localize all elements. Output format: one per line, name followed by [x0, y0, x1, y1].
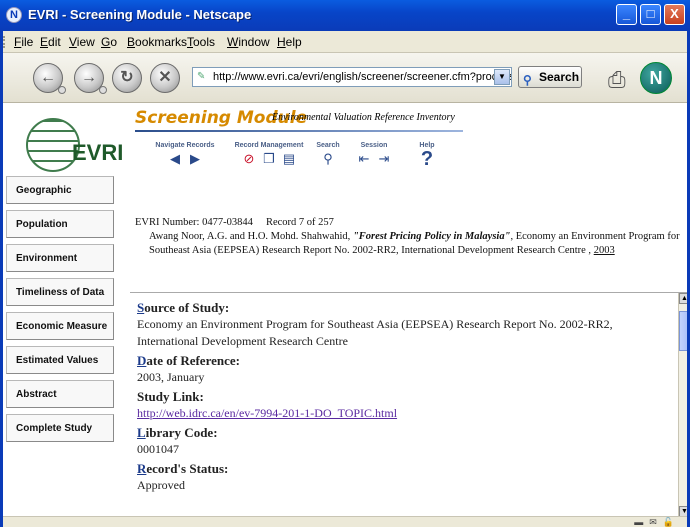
study-link-heading: Study Link: [137, 389, 204, 404]
module-subtitle: Environmental Valuation Reference Invent… [272, 112, 455, 123]
forward-arrow-icon: → [81, 69, 97, 86]
stop-button[interactable]: ✕ [150, 63, 180, 93]
search-tool-label: Search [316, 142, 340, 149]
view-record-icon[interactable]: ▤ [282, 151, 296, 167]
navigate-records-group: Navigate Records ◀ ▶ [150, 142, 220, 176]
status-icons: ▬✉🔓 [634, 517, 680, 528]
sidebar-item-economic-measure[interactable]: Economic Measure [6, 312, 114, 340]
reload-button[interactable]: ↻ [112, 63, 142, 93]
menu-bar: File Edit View Go Bookmarks Tools Window… [0, 31, 690, 53]
back-button[interactable]: ← [33, 63, 66, 94]
citation-authors: Awang Noor, A.G. and H.O. Mohd. Shahwahi… [149, 231, 353, 242]
magnifier-icon[interactable]: ⚲ [321, 151, 335, 167]
citation-year-link[interactable]: 2003 [594, 245, 615, 256]
menu-help[interactable]: Help [277, 35, 302, 49]
source-heading: Source of Study: [137, 300, 230, 315]
search-icon: ⚲ [523, 73, 532, 87]
menu-edit[interactable]: Edit [40, 35, 61, 49]
toolbar-grip[interactable] [3, 36, 8, 48]
library-code-heading: Library Code: [137, 425, 218, 440]
detail-pane[interactable]: Source of Study: Economy an Environment … [130, 292, 690, 516]
menu-go[interactable]: Go [101, 35, 117, 49]
record-position: Record 7 of 257 [265, 217, 334, 228]
next-record-icon[interactable]: ▶ [188, 151, 202, 167]
sidebar-item-abstract[interactable]: Abstract [6, 380, 114, 408]
previous-record-icon[interactable]: ◀ [168, 151, 182, 167]
sidebar: Geographic Population Environment Timeli… [0, 176, 116, 448]
navigation-toolbar: ← → ↻ ✕ ✎ http://www.evri.ca/evri/englis… [0, 53, 690, 103]
title-bar: N EVRI - Screening Module - Netscape _ □… [0, 0, 690, 31]
sidebar-item-population[interactable]: Population [6, 210, 114, 238]
printer-icon[interactable]: ⎙ [608, 67, 626, 93]
back-dropdown-icon[interactable] [58, 86, 66, 94]
close-button[interactable]: X [664, 4, 685, 25]
sidebar-item-environment[interactable]: Environment [6, 244, 114, 272]
url-dropdown-icon[interactable]: ▼ [494, 69, 510, 85]
menu-view[interactable]: View [69, 35, 95, 49]
help-icon[interactable]: ? [420, 149, 434, 169]
date-value: 2003, January [137, 370, 205, 384]
record-management-label: Record Management [234, 142, 304, 149]
source-value: Economy an Environment Program for South… [137, 317, 613, 348]
search-button-label: Search [539, 70, 580, 84]
window-title: EVRI - Screening Module - Netscape [28, 7, 252, 22]
load-session-icon[interactable]: ⇤ [357, 151, 371, 167]
citation-title: "Forest Pricing Policy in Malaysia" [352, 231, 511, 242]
component-icon[interactable]: ✉ [649, 517, 663, 527]
evri-logo-text: EVRI [72, 140, 124, 165]
status-value: Approved [137, 478, 185, 492]
netscape-app-icon[interactable]: N [6, 7, 22, 23]
delete-record-icon[interactable]: ⊘ [242, 151, 256, 167]
reload-icon: ↻ [120, 69, 134, 86]
session-label: Session [360, 142, 388, 149]
sidebar-item-geographic[interactable]: Geographic [6, 176, 114, 204]
netscape-logo[interactable]: N [640, 62, 672, 94]
page-icon: ✎ [197, 71, 206, 82]
sidebar-item-timeliness[interactable]: Timeliness of Data [6, 278, 114, 306]
url-bar[interactable]: ✎ http://www.evri.ca/evri/english/screen… [192, 67, 512, 87]
search-button[interactable]: ⚲ Search [518, 66, 582, 88]
evri-number: EVRI Number: 0477-03844 [135, 217, 253, 228]
detail-content: Source of Study: Economy an Environment … [137, 297, 672, 494]
menu-bookmarks[interactable]: Bookmarks [127, 35, 187, 49]
security-lock-icon[interactable]: 🔓 [663, 517, 680, 527]
back-arrow-icon: ← [40, 69, 56, 86]
connection-icon[interactable]: ▬ [634, 517, 649, 527]
forward-button[interactable]: → [74, 63, 107, 94]
save-session-icon[interactable]: ⇥ [377, 151, 391, 167]
status-heading: Record's Status: [137, 461, 229, 476]
copy-record-icon[interactable]: ❐ [262, 151, 276, 167]
search-group: Search ⚲ [313, 142, 343, 176]
menu-window[interactable]: Window [227, 35, 270, 49]
menu-file[interactable]: File [14, 35, 33, 49]
menu-tools[interactable]: Tools [187, 35, 215, 49]
help-group: Help ? [412, 142, 442, 176]
forward-dropdown-icon[interactable] [99, 86, 107, 94]
sidebar-item-estimated-values[interactable]: Estimated Values [6, 346, 114, 374]
session-group: Session ⇤ ⇥ [346, 142, 402, 176]
record-header: EVRI Number: 0477-03844 Record 7 of 257 [135, 216, 685, 230]
window-border-left [0, 31, 3, 527]
header-rule [135, 130, 463, 132]
record-summary: EVRI Number: 0477-03844 Record 7 of 257 … [135, 216, 685, 258]
library-code-value: 0001047 [137, 442, 179, 456]
maximize-button[interactable]: □ [640, 4, 661, 25]
date-heading: Date of Reference: [137, 353, 240, 368]
sidebar-item-complete-study[interactable]: Complete Study [6, 414, 114, 442]
citation: Awang Noor, A.G. and H.O. Mohd. Shahwahi… [135, 230, 685, 258]
study-link[interactable]: http://web.idrc.ca/en/ev-7994-201-1-DO_T… [137, 405, 672, 422]
record-management-group: Record Management ⊘ ❐ ▤ [226, 142, 312, 176]
url-text: http://www.evri.ca/evri/english/screener… [213, 71, 512, 83]
minimize-button[interactable]: _ [616, 4, 637, 25]
status-bar: ▬✉🔓 [0, 516, 690, 527]
navigate-records-label: Navigate Records [155, 142, 215, 149]
content-frame: EVRI Screening Module Environmental Valu… [0, 104, 690, 516]
stop-icon: ✕ [158, 69, 172, 86]
evri-logo[interactable]: EVRI [22, 116, 123, 178]
